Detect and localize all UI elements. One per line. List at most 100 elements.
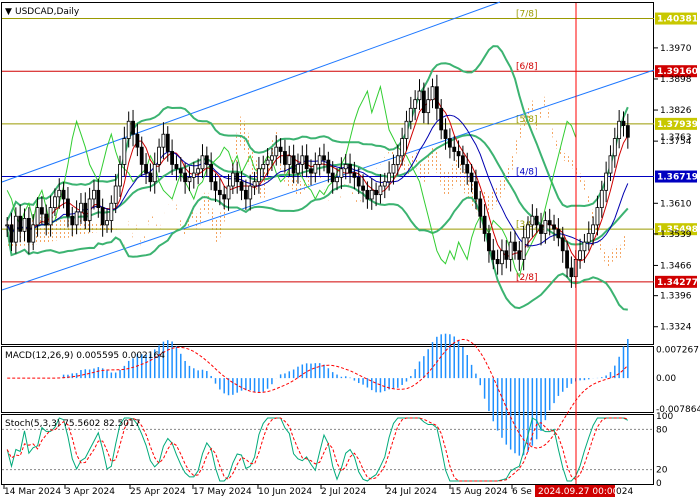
- y-tick-label: 1.3539: [660, 230, 692, 240]
- candle-body: [487, 233, 491, 252]
- candle-body: [513, 241, 517, 252]
- candle-body: [161, 133, 166, 148]
- price-tag-label: 1.36719: [657, 173, 698, 183]
- candle-body: [474, 181, 478, 200]
- candle-body: [296, 164, 300, 174]
- candle-body: [126, 120, 131, 139]
- candle-body: [148, 172, 153, 183]
- chart-symbol: USDCAD,Daily: [15, 7, 80, 17]
- candle-body: [447, 138, 452, 148]
- candle-body: [274, 146, 279, 157]
- cursor-label: 2024.09.27 00:00: [538, 487, 619, 497]
- candle-body: [48, 207, 53, 226]
- x-tick-label: 24 Jul 2024: [386, 487, 437, 497]
- candle-body: [421, 90, 426, 114]
- candle-body: [365, 189, 370, 200]
- candle-body: [465, 164, 470, 174]
- x-tick-label: 15 Aug 2024: [450, 487, 508, 497]
- candle-body: [582, 241, 587, 252]
- candle-body: [309, 168, 313, 174]
- candle-body: [608, 155, 613, 174]
- candle-body: [105, 220, 109, 226]
- candle-body: [426, 99, 431, 114]
- candle-body: [157, 146, 161, 165]
- candle-body: [118, 164, 122, 187]
- macd-title: MACD(12,26,9) 0.005595 0.002164: [5, 351, 165, 361]
- candle-body: [517, 250, 522, 260]
- macd-tick-label: 0.007267: [656, 345, 699, 355]
- candle-body: [243, 189, 248, 200]
- candle-body: [408, 107, 413, 122]
- candle-body: [560, 237, 565, 252]
- candle-body: [491, 250, 496, 260]
- candle-body: [543, 220, 548, 234]
- candle-body: [139, 146, 144, 165]
- candle-body: [257, 168, 261, 183]
- candle-body: [413, 99, 418, 109]
- candle-body: [400, 138, 405, 157]
- candle-body: [322, 155, 326, 161]
- x-tick-label: 2 Jul 2024: [321, 487, 366, 497]
- candle-body: [165, 133, 170, 152]
- candle-body: [61, 189, 66, 200]
- candle-body: [530, 215, 535, 226]
- candle-body: [183, 172, 188, 183]
- candle-body: [96, 189, 101, 209]
- time-axis: 14 Mar 2024 3 Apr 2024 25 Apr 2024 17 May 2…: [3, 485, 532, 497]
- y-tick-label: 1.3324: [660, 323, 692, 333]
- candle-body: [178, 168, 183, 174]
- candle-body: [621, 120, 626, 126]
- candle-body: [604, 172, 609, 191]
- candle-body: [382, 181, 387, 187]
- candle-body: [443, 129, 448, 139]
- candle-body: [196, 168, 201, 174]
- candle-body: [39, 207, 44, 215]
- candle-body: [261, 164, 266, 170]
- candle-body: [144, 164, 148, 174]
- y-tick-label: 1.3826: [660, 106, 692, 116]
- candle-body: [434, 86, 439, 109]
- candle-body: [270, 155, 274, 161]
- candle-body: [152, 164, 157, 183]
- candle-body: [226, 185, 231, 200]
- candle-body: [330, 172, 335, 183]
- candle-body: [222, 194, 227, 200]
- candle-body: [317, 155, 322, 165]
- candle-body: [113, 185, 118, 204]
- price-tag-label: 1.40381: [657, 15, 698, 25]
- stoch-tick-label: 20: [656, 466, 668, 476]
- candle-body: [191, 172, 196, 178]
- candle-body: [92, 189, 96, 200]
- candle-body: [569, 267, 574, 278]
- murray-label: [4/8]: [516, 168, 538, 178]
- x-tick-label: 17 May 2024: [193, 487, 252, 497]
- candle-body: [348, 164, 352, 174]
- candle-body: [53, 196, 57, 208]
- candle-body: [326, 159, 331, 174]
- candle-body: [521, 237, 526, 260]
- current-price-label: 1.3763: [660, 133, 692, 143]
- candle-body: [617, 120, 622, 139]
- candle-body: [66, 198, 70, 217]
- candle-body: [595, 207, 600, 226]
- candle-body: [556, 228, 561, 239]
- candle-body: [79, 202, 83, 213]
- x-tick-label: 6 Se: [512, 487, 532, 497]
- candle-body: [26, 217, 31, 243]
- candle-body: [395, 155, 400, 165]
- candle-body: [44, 213, 49, 226]
- chart-symbol-icon: ▼: [5, 7, 12, 17]
- candle-body: [565, 250, 569, 269]
- candle-body: [456, 151, 461, 157]
- candle-body: [495, 258, 500, 265]
- candle-body: [539, 224, 543, 234]
- candle-body: [135, 133, 140, 148]
- candle-body: [291, 155, 296, 174]
- y-tick-label: 1.3466: [660, 261, 692, 271]
- candle-body: [335, 176, 339, 183]
- candle-body: [122, 138, 127, 165]
- candle-body: [460, 155, 465, 165]
- candle-body: [57, 189, 62, 198]
- candle-body: [239, 181, 244, 191]
- candle-body: [391, 164, 396, 174]
